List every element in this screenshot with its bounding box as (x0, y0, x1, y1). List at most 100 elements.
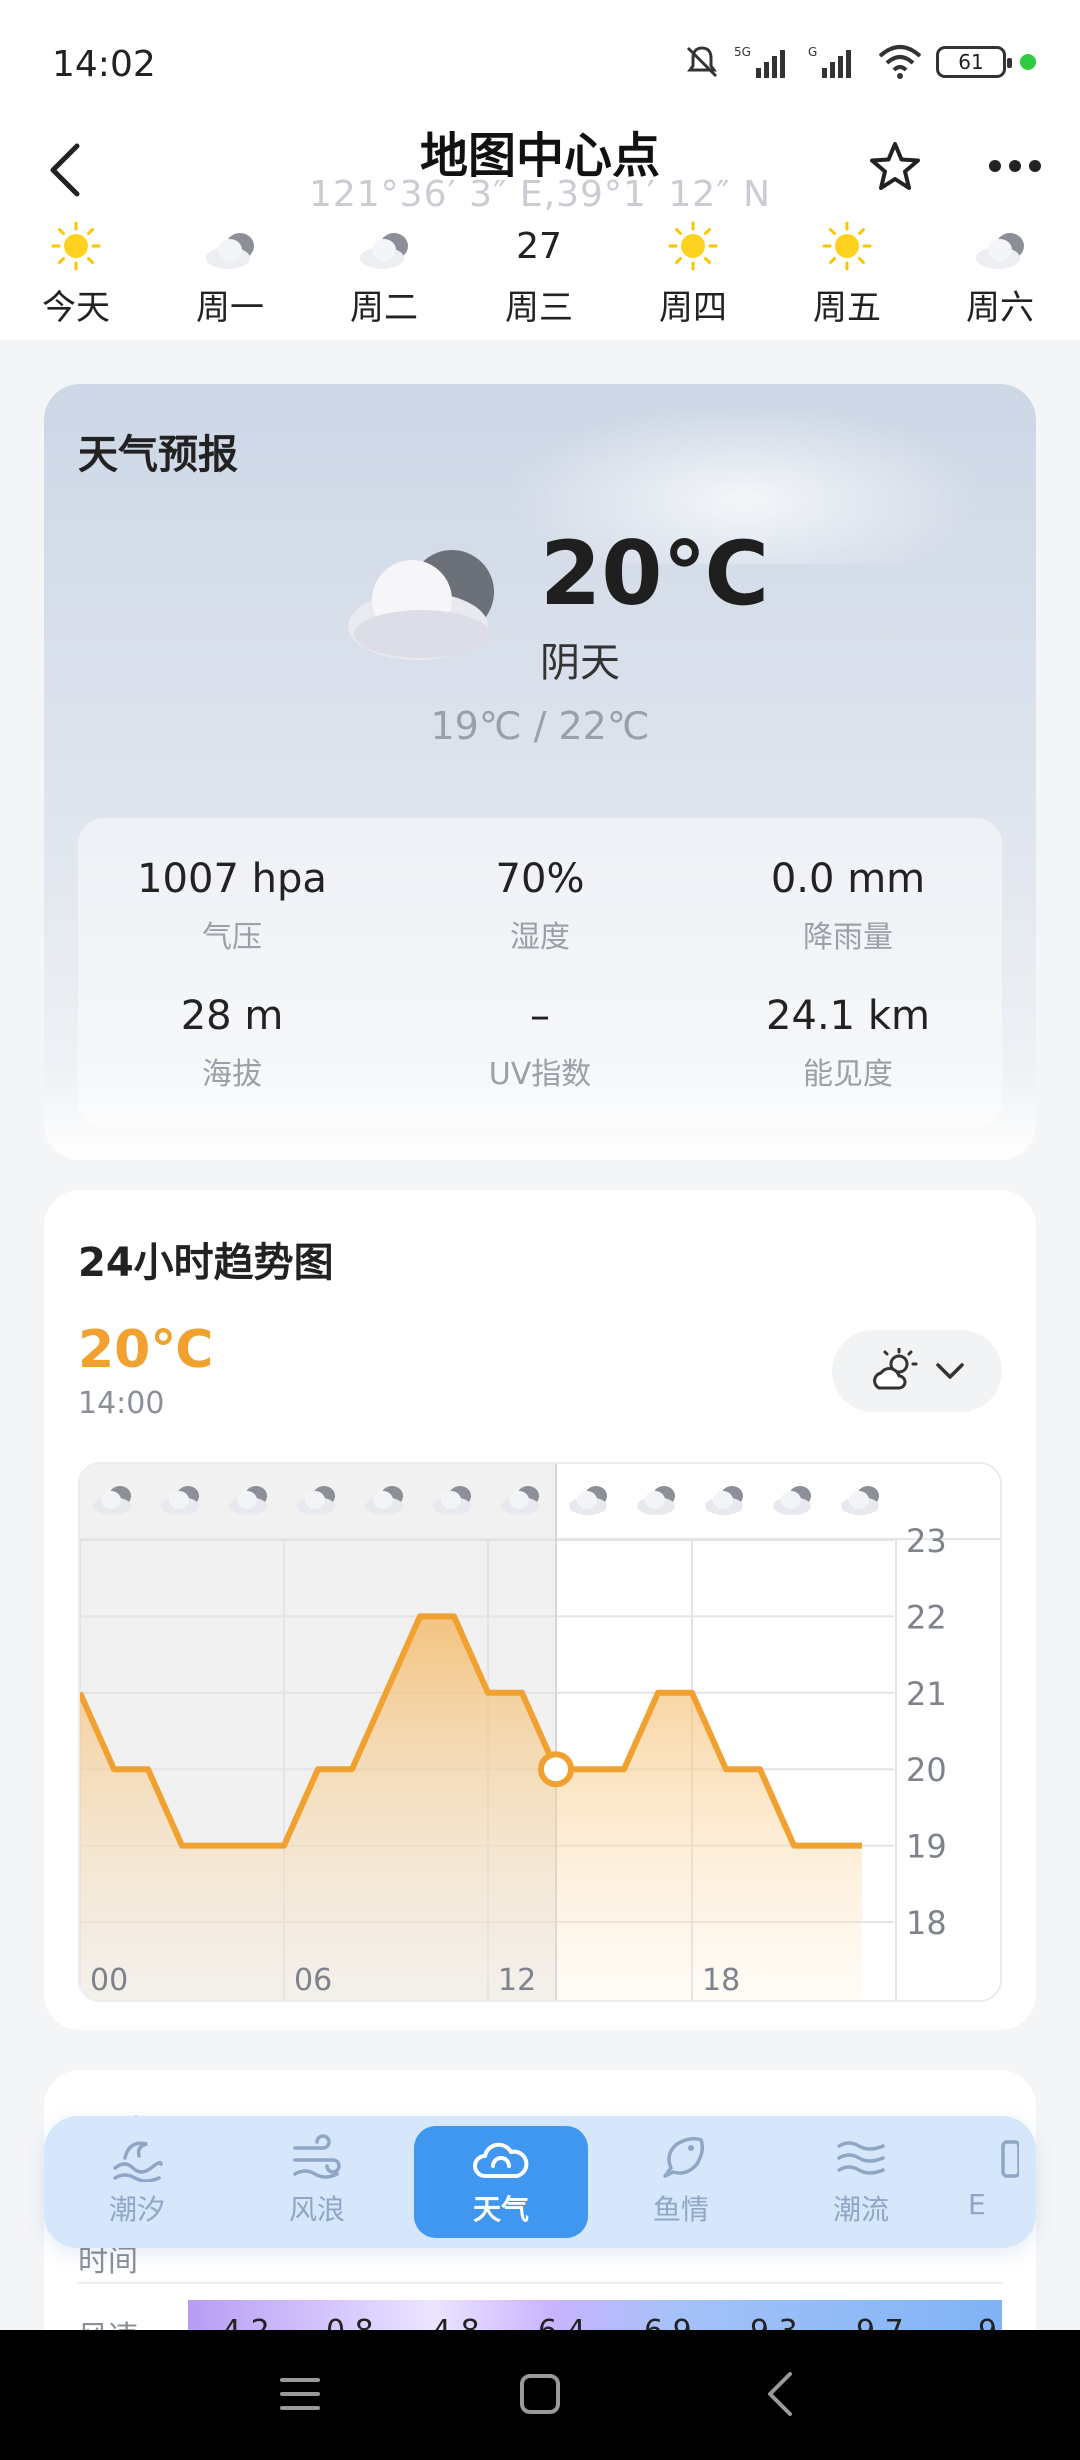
tab-label: 鱼情 (652, 2193, 709, 2226)
temperature-trend-chart: 23 22 21 20 19 18 00 06 12 18 (78, 1462, 1002, 2002)
metric-dropdown[interactable] (832, 1330, 1002, 1412)
overcast-cloud-icon (348, 550, 494, 660)
tab-wind-wave[interactable]: 风浪 (230, 2126, 404, 2238)
sun-icon (51, 221, 101, 271)
day-tab-today[interactable]: 今天 (16, 220, 136, 329)
y-tick-label: 23 (906, 1522, 947, 1560)
favorite-button[interactable] (862, 132, 928, 202)
menu-icon (280, 2378, 320, 2410)
day-tab-thu[interactable]: 周四 (633, 220, 753, 329)
current-temperature: 20℃ (540, 522, 770, 625)
table-divider (78, 2282, 1002, 2284)
chevron-down-icon (936, 1363, 964, 1379)
day-label: 周四 (659, 288, 727, 328)
tab-label: 风浪 (288, 2193, 345, 2226)
stat-uv-index: – UV指数 (386, 993, 694, 1093)
day-date: 27 (516, 225, 562, 267)
hourly-cloud-icon (773, 1486, 811, 1515)
stat-value: 28 m (180, 993, 284, 1039)
hourly-cloud-icon (569, 1486, 607, 1515)
home-button[interactable] (500, 2364, 580, 2424)
more-dot-icon (989, 160, 1001, 172)
tab-weather[interactable]: 天气 (414, 2126, 588, 2238)
current-icon (837, 2141, 885, 2175)
day-tab-wed[interactable]: 27 周三 (479, 220, 599, 329)
cloud-icon (976, 233, 1024, 269)
status-bar: 14:02 5G G 61 (0, 0, 1080, 120)
y-tick-label: 20 (906, 1751, 947, 1789)
partly-cloudy-icon (873, 1348, 918, 1390)
sun-icon (668, 221, 718, 271)
svg-text:G: G (808, 45, 817, 59)
x-tick-label: 00 (90, 1963, 128, 1998)
feature-tab-bar: 潮汐 风浪 天气 鱼情 潮流 E (44, 2116, 1036, 2248)
status-icons: 5G G 61 (684, 44, 1036, 80)
trend-title: 24小时趋势图 (78, 1240, 334, 1286)
signal-5g-icon: 5G (734, 45, 785, 78)
y-tick-label: 22 (906, 1598, 947, 1636)
cloud-icon (360, 233, 408, 269)
tab-label: 潮流 (832, 2193, 889, 2226)
temperature-range: 19℃ / 22℃ (430, 704, 650, 748)
day-tab-mon[interactable]: 周一 (170, 220, 290, 329)
tab-fish[interactable]: 鱼情 (594, 2126, 768, 2238)
svg-text:5G: 5G (734, 45, 751, 59)
x-tick-label: 12 (498, 1963, 536, 1998)
trend-current-temp: 20℃ (78, 1320, 214, 1380)
y-tick-label: 18 (906, 1904, 947, 1942)
privacy-dot (1020, 54, 1036, 70)
stat-value: 1007 hpa (137, 856, 327, 902)
stat-label: 海拔 (202, 1057, 262, 1092)
back-nav-button[interactable] (740, 2364, 820, 2424)
system-navigation-bar (0, 2330, 1080, 2460)
wifi-icon (878, 45, 922, 79)
stat-value: – (530, 993, 550, 1039)
day-label: 周六 (966, 288, 1034, 328)
weather-cloud-icon (473, 2142, 529, 2178)
stat-value: 24.1 km (766, 993, 930, 1039)
day-label: 周三 (505, 288, 573, 328)
tab-label: 天气 (472, 2193, 529, 2226)
stat-altitude: 28 m 海拔 (78, 993, 386, 1093)
trend-current-time: 14:00 (78, 1386, 165, 1421)
forecast-title: 天气预报 (78, 432, 238, 478)
recent-apps-button[interactable] (260, 2364, 340, 2424)
day-tab-fri[interactable]: 周五 (787, 220, 907, 329)
star-icon (870, 142, 920, 190)
wind-icon (293, 2134, 341, 2179)
tab-tide[interactable]: 潮汐 (50, 2126, 224, 2238)
extra-icon (1001, 2140, 1019, 2178)
y-tick-label: 19 (906, 1828, 947, 1866)
day-tab-tue[interactable]: 周二 (324, 220, 444, 329)
back-triangle-icon (768, 2372, 792, 2416)
mute-icon (686, 46, 718, 78)
cloud-icon (206, 233, 254, 269)
square-icon (520, 2374, 560, 2414)
status-time: 14:02 (52, 44, 156, 85)
tab-label: 潮汐 (108, 2193, 165, 2226)
wave-icon (113, 2141, 163, 2182)
stat-rainfall: 0.0 mm 降雨量 (694, 856, 1002, 956)
tab-current[interactable]: 潮流 (774, 2126, 948, 2238)
more-dot-icon (1009, 160, 1021, 172)
more-button[interactable] (980, 136, 1050, 196)
trend-card: 24小时趋势图 20℃ 14:00 23 22 21 20 19 18 00 06 12 18 (44, 1190, 1036, 2030)
stat-visibility: 24.1 km 能见度 (694, 993, 1002, 1093)
day-label: 今天 (42, 288, 110, 328)
stat-pressure: 1007 hpa 气压 (78, 856, 386, 956)
stat-value: 0.0 mm (770, 856, 926, 902)
more-dot-icon (1029, 160, 1041, 172)
weather-condition: 阴天 (540, 640, 620, 686)
fish-icon (663, 2136, 705, 2178)
sun-icon (822, 221, 872, 271)
day-tab-sat[interactable]: 周六 (940, 220, 1060, 329)
hourly-cloud-icon (705, 1486, 743, 1515)
tab-more[interactable]: E (954, 2126, 1036, 2238)
stat-humidity: 70% 湿度 (386, 856, 694, 956)
current-point-marker (538, 1751, 574, 1788)
day-label: 周二 (350, 288, 418, 328)
top-header: 地图中心点 121°36′ 3″ E,39°1′ 12″ N 今天 周一 周二 … (0, 110, 1080, 431)
signal-g-icon: G (808, 45, 851, 78)
stat-label: 湿度 (510, 920, 570, 955)
day-label: 周五 (813, 288, 881, 328)
